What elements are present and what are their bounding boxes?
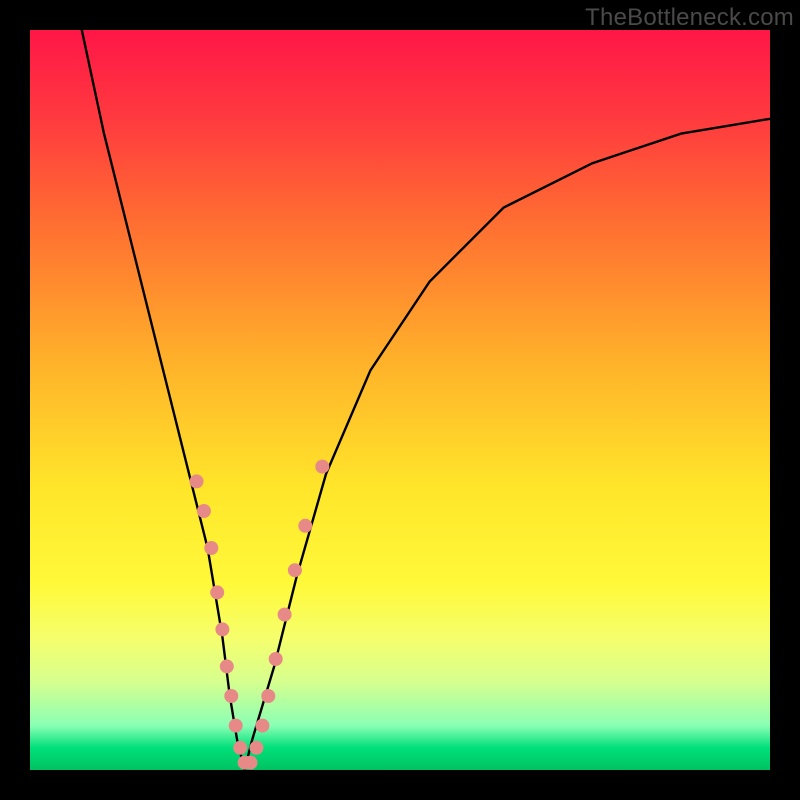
curve-markers bbox=[190, 460, 330, 770]
curve-marker bbox=[278, 608, 292, 622]
bottleneck-curve-path bbox=[82, 30, 770, 770]
curve-marker bbox=[269, 652, 283, 666]
curve-marker bbox=[288, 563, 302, 577]
plot-area bbox=[30, 30, 770, 770]
curve-marker bbox=[298, 519, 312, 533]
curve-marker bbox=[244, 756, 258, 770]
curve-marker bbox=[210, 585, 224, 599]
curve-marker bbox=[249, 741, 263, 755]
curve-marker bbox=[255, 719, 269, 733]
chart-frame: TheBottleneck.com bbox=[0, 0, 800, 800]
curve-marker bbox=[224, 689, 238, 703]
watermark-label: TheBottleneck.com bbox=[585, 4, 794, 32]
curve-marker bbox=[315, 460, 329, 474]
curve-marker bbox=[233, 741, 247, 755]
curve-marker bbox=[229, 719, 243, 733]
curve-marker bbox=[190, 474, 204, 488]
curve-marker bbox=[204, 541, 218, 555]
bottleneck-curve-svg bbox=[30, 30, 770, 770]
curve-marker bbox=[220, 659, 234, 673]
curve-marker bbox=[215, 622, 229, 636]
curve-marker bbox=[261, 689, 275, 703]
curve-marker bbox=[197, 504, 211, 518]
